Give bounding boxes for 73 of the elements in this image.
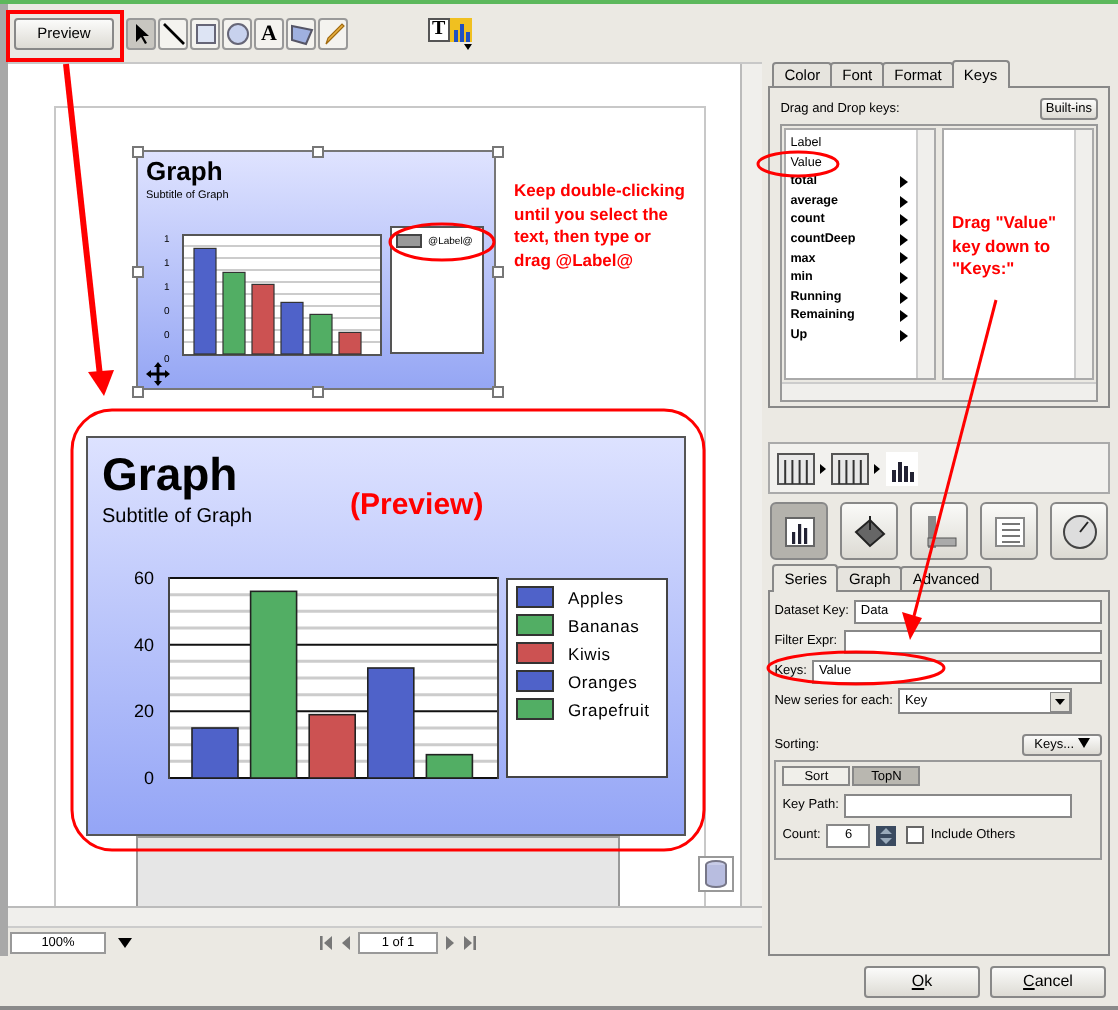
pointer-icon	[131, 21, 151, 45]
gauge-button[interactable]	[1050, 502, 1108, 560]
legend-button[interactable]	[980, 502, 1039, 560]
list-icon	[993, 515, 1026, 547]
legend-label: Apples	[568, 587, 624, 607]
dropdown-arrow-icon	[1050, 691, 1071, 711]
key-path-field[interactable]	[844, 793, 1073, 817]
polygon-icon	[289, 21, 313, 45]
legend-swatch	[396, 234, 422, 248]
paint-bucket-icon	[851, 513, 888, 549]
selection-handle[interactable]	[132, 266, 144, 278]
next-page-icon[interactable]	[444, 935, 456, 949]
annotation-text: Keep double-clicking until you select the text, then type or drag @Label@	[514, 180, 687, 272]
insert-chart-button[interactable]: T	[428, 17, 474, 49]
pencil-tool-button[interactable]	[318, 17, 348, 49]
axis-icon	[921, 513, 958, 549]
axis-label: 20	[133, 701, 154, 722]
include-others-checkbox[interactable]	[906, 826, 925, 844]
vertical-scrollbar[interactable]	[916, 130, 935, 378]
rectangle-icon	[193, 21, 217, 45]
pencil-icon	[321, 21, 345, 45]
last-page-icon[interactable]	[462, 935, 476, 949]
text-tool-button[interactable]: A	[254, 17, 284, 49]
selection-handle[interactable]	[132, 386, 144, 398]
selection-handle[interactable]	[132, 146, 144, 158]
dropdown-arrow-icon[interactable]	[118, 937, 132, 947]
selection-handle[interactable]	[492, 266, 504, 278]
polygon-tool-button[interactable]	[286, 17, 316, 49]
selection-handle[interactable]	[492, 386, 504, 398]
axis-button[interactable]	[910, 502, 969, 560]
previous-page-icon[interactable]	[340, 935, 352, 949]
legend-label: Grapefruit	[568, 699, 650, 719]
annotation-text: Drag "Value" key down to "Keys:"	[952, 212, 1058, 281]
axis-label: 0	[143, 768, 154, 788]
bar-chart-icon	[783, 515, 816, 547]
line-icon	[161, 21, 185, 45]
rectangle-tool-button[interactable]	[190, 17, 220, 49]
first-page-icon[interactable]	[320, 935, 334, 949]
ok-button[interactable]: Ok	[864, 965, 980, 997]
legend-label: Kiwis	[568, 643, 611, 663]
legend-label: Bananas	[568, 615, 640, 635]
annotation-ellipse	[388, 222, 496, 262]
spinner-icon[interactable]	[876, 825, 897, 845]
graph-subtitle: Subtitle of Graph	[102, 506, 253, 528]
horizontal-scrollbar[interactable]	[782, 382, 1096, 400]
circle-icon	[225, 21, 249, 45]
line-tool-button[interactable]	[158, 17, 188, 49]
graph-title: Graph	[102, 448, 238, 502]
highlight-rectangle	[6, 10, 124, 62]
annotation-ellipse	[756, 150, 840, 178]
axis-label: 40	[133, 634, 154, 655]
horizontal-scrollbar[interactable]	[8, 906, 763, 926]
legend-label: Oranges	[568, 671, 638, 691]
axis-label: 60	[133, 568, 154, 588]
annotation-text: (Preview)	[350, 488, 484, 522]
vertical-scrollbar[interactable]	[1074, 130, 1092, 378]
data-flow-icon[interactable]	[776, 450, 921, 486]
cancel-button[interactable]: Cancel	[990, 965, 1106, 997]
caret-icon	[1077, 738, 1090, 748]
vertical-scrollbar[interactable]	[740, 64, 763, 906]
filter-expr-field[interactable]	[843, 629, 1102, 653]
selection-handle[interactable]	[312, 146, 324, 158]
series-button[interactable]	[770, 502, 829, 560]
selection-handle[interactable]	[312, 386, 324, 398]
move-icon[interactable]	[146, 362, 170, 386]
selection-handle[interactable]	[492, 146, 504, 158]
bar-chart-icon	[449, 17, 474, 49]
gauge-icon	[1061, 513, 1097, 549]
pointer-tool-button[interactable]	[126, 17, 156, 49]
database-icon[interactable]	[698, 856, 734, 892]
fill-button[interactable]	[840, 502, 899, 560]
ellipse-tool-button[interactable]	[222, 17, 252, 49]
graph-title: Graph	[146, 156, 223, 186]
